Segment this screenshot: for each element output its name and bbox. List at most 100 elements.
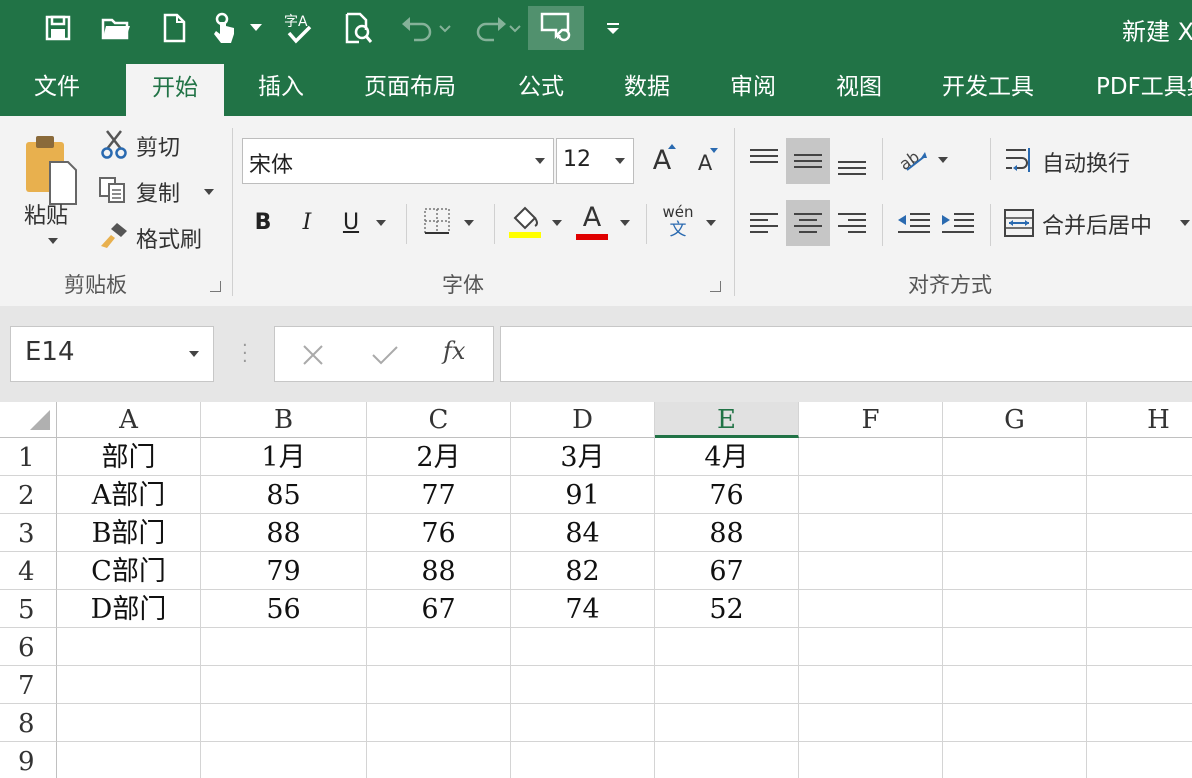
align-top-button[interactable] — [744, 138, 784, 184]
cell-e6[interactable] — [655, 628, 799, 666]
undo-icon[interactable] — [396, 6, 456, 50]
cell-g1[interactable] — [943, 438, 1087, 476]
cell-c2[interactable]: 77 — [367, 476, 511, 514]
cell-g6[interactable] — [943, 628, 1087, 666]
font-color-icon[interactable]: A — [574, 202, 610, 240]
cell-d4[interactable]: 82 — [511, 552, 655, 590]
enter-icon[interactable] — [371, 343, 399, 367]
cell-h3[interactable] — [1087, 514, 1192, 552]
row-header-6[interactable]: 6 — [0, 628, 57, 666]
cell-b2[interactable]: 85 — [201, 476, 367, 514]
font-name-dropdown-icon[interactable] — [535, 158, 545, 164]
touch-mode-icon[interactable] — [206, 6, 242, 50]
paste-dropdown-icon[interactable] — [48, 238, 58, 244]
borders-icon[interactable] — [422, 206, 452, 236]
cell-c7[interactable] — [367, 666, 511, 704]
cell-e7[interactable] — [655, 666, 799, 704]
row-header-8[interactable]: 8 — [0, 704, 57, 742]
cell-e4[interactable]: 67 — [655, 552, 799, 590]
cell-d5[interactable]: 74 — [511, 590, 655, 628]
cell-f9[interactable] — [799, 742, 943, 778]
cell-c4[interactable]: 88 — [367, 552, 511, 590]
column-header-a[interactable]: A — [57, 402, 201, 438]
cell-a1[interactable]: 部门 — [57, 438, 201, 476]
grow-font-icon[interactable]: A — [646, 142, 678, 178]
cell-d2[interactable]: 91 — [511, 476, 655, 514]
cell-a9[interactable] — [57, 742, 201, 778]
cell-a6[interactable] — [57, 628, 201, 666]
tab-data[interactable]: 数据 — [624, 58, 670, 116]
cell-e5[interactable]: 52 — [655, 590, 799, 628]
row-header-5[interactable]: 5 — [0, 590, 57, 628]
align-bottom-button[interactable] — [832, 138, 872, 184]
cell-h4[interactable] — [1087, 552, 1192, 590]
cell-d8[interactable] — [511, 704, 655, 742]
tab-pdf-tools[interactable]: PDF工具集 — [1096, 58, 1192, 116]
cell-f6[interactable] — [799, 628, 943, 666]
open-icon[interactable] — [96, 6, 136, 50]
font-color-dropdown-icon[interactable] — [620, 220, 630, 226]
cell-c1[interactable]: 2月 — [367, 438, 511, 476]
tab-file[interactable]: 文件 — [34, 58, 80, 116]
cell-b6[interactable] — [201, 628, 367, 666]
cell-a5[interactable]: D部门 — [57, 590, 201, 628]
cut-label[interactable]: 剪切 — [136, 130, 180, 162]
format-painter-label[interactable]: 格式刷 — [136, 222, 202, 254]
cell-a7[interactable] — [57, 666, 201, 704]
align-right-button[interactable] — [832, 200, 872, 246]
spell-check-icon[interactable]: 字A — [280, 6, 320, 50]
cell-c9[interactable] — [367, 742, 511, 778]
dropdown-icon[interactable] — [246, 6, 266, 50]
bold-button[interactable]: B — [248, 204, 278, 240]
cell-d6[interactable] — [511, 628, 655, 666]
tab-home[interactable]: 开始 — [126, 64, 224, 116]
align-left-button[interactable] — [744, 200, 784, 246]
tab-developer[interactable]: 开发工具 — [942, 58, 1034, 116]
save-icon[interactable] — [38, 6, 78, 50]
cell-b7[interactable] — [201, 666, 367, 704]
cell-h1[interactable] — [1087, 438, 1192, 476]
font-size-dropdown-icon[interactable] — [615, 158, 625, 164]
cell-f4[interactable] — [799, 552, 943, 590]
customize-icon[interactable] — [600, 6, 626, 50]
cell-f2[interactable] — [799, 476, 943, 514]
column-header-f[interactable]: F — [799, 402, 943, 438]
fill-color-icon[interactable] — [506, 202, 544, 240]
comment-icon[interactable] — [528, 6, 584, 50]
cell-b1[interactable]: 1月 — [201, 438, 367, 476]
cell-f3[interactable] — [799, 514, 943, 552]
tab-page-layout[interactable]: 页面布局 — [364, 58, 456, 116]
align-middle-button[interactable] — [786, 138, 830, 184]
cell-f8[interactable] — [799, 704, 943, 742]
cell-g5[interactable] — [943, 590, 1087, 628]
cell-h5[interactable] — [1087, 590, 1192, 628]
cell-f7[interactable] — [799, 666, 943, 704]
cell-g7[interactable] — [943, 666, 1087, 704]
decrease-indent-button[interactable] — [894, 200, 934, 246]
cell-h9[interactable] — [1087, 742, 1192, 778]
cell-d7[interactable] — [511, 666, 655, 704]
cell-a4[interactable]: C部门 — [57, 552, 201, 590]
column-header-b[interactable]: B — [201, 402, 367, 438]
cell-c6[interactable] — [367, 628, 511, 666]
cell-e9[interactable] — [655, 742, 799, 778]
cell-h2[interactable] — [1087, 476, 1192, 514]
wrap-text-icon[interactable] — [1002, 142, 1036, 178]
cell-g2[interactable] — [943, 476, 1087, 514]
underline-button[interactable]: U — [336, 204, 366, 240]
format-painter-icon[interactable] — [98, 220, 132, 252]
copy-label[interactable]: 复制 — [136, 176, 180, 208]
cell-c8[interactable] — [367, 704, 511, 742]
cell-b3[interactable]: 88 — [201, 514, 367, 552]
insert-function-icon[interactable]: fx — [443, 337, 465, 365]
cell-h6[interactable] — [1087, 628, 1192, 666]
font-size-select[interactable]: 12 — [556, 138, 634, 184]
row-header-1[interactable]: 1 — [0, 438, 57, 476]
cell-e2[interactable]: 76 — [655, 476, 799, 514]
tab-insert[interactable]: 插入 — [258, 58, 304, 116]
row-header-7[interactable]: 7 — [0, 666, 57, 704]
column-header-d[interactable]: D — [511, 402, 655, 438]
cell-g3[interactable] — [943, 514, 1087, 552]
cell-d3[interactable]: 84 — [511, 514, 655, 552]
copy-icon[interactable] — [96, 174, 130, 206]
